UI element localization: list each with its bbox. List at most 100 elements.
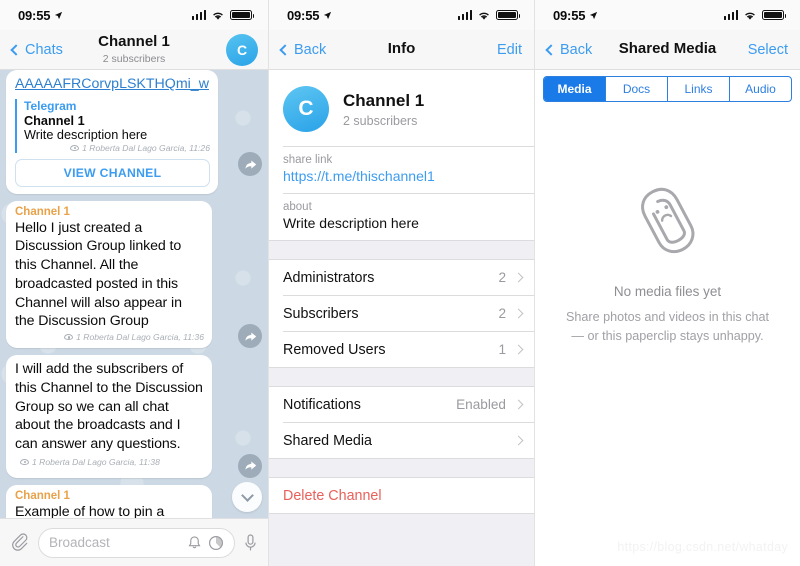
chat-avatar[interactable]: C: [226, 34, 258, 66]
chat-screen: 09:55 Chats Channel 1 2 subscribers C AA…: [0, 0, 268, 566]
delete-channel-label: Delete Channel: [283, 487, 382, 504]
link-preview-card: Telegram Channel 1 Write description her…: [15, 98, 210, 153]
info-scroll-area[interactable]: C Channel 1 2 subscribers share link htt…: [269, 70, 534, 566]
status-bar-left: 09:55: [287, 8, 332, 23]
three-phone-screens: 09:55 Chats Channel 1 2 subscribers C AA…: [0, 0, 800, 566]
view-channel-button[interactable]: VIEW CHANNEL: [15, 158, 210, 187]
channel-name-block: Channel 1 2 subscribers: [343, 91, 424, 128]
chevron-left-icon: [545, 43, 557, 56]
message-sender: Channel 1: [15, 205, 70, 218]
row-subscribers[interactable]: Subscribers 2: [269, 296, 534, 331]
section-gap: [269, 241, 534, 259]
row-administrators[interactable]: Administrators 2: [269, 260, 534, 295]
scroll-to-bottom-button[interactable]: [232, 482, 262, 512]
row-value: Enabled: [456, 397, 506, 412]
row-value: 2: [498, 306, 506, 321]
chat-nav-bar: Chats Channel 1 2 subscribers C: [0, 30, 268, 70]
share-link-field[interactable]: share link https://t.me/thischannel1: [269, 147, 534, 193]
danger-group: Delete Channel: [269, 477, 534, 514]
back-label: Back: [294, 41, 327, 58]
battery-icon: [230, 10, 254, 20]
meta-text: 1 Roberta Dal Lago Garcia, 11:26: [82, 142, 210, 153]
message-sender: Channel 1: [15, 489, 70, 502]
row-value: 2: [498, 270, 506, 285]
message-row: Channel 1 Hello I just created a Discuss…: [0, 200, 268, 349]
row-label: Administrators: [283, 269, 375, 286]
message-list[interactable]: AAAAAFRCorvpLSKTHQmi_w Telegram Channel …: [0, 70, 268, 518]
empty-state-subtitle: Share photos and videos in this chat — o…: [566, 308, 769, 346]
sad-paperclip-icon: [640, 187, 694, 254]
row-delete-channel[interactable]: Delete Channel: [269, 478, 534, 513]
preview-site-name: Telegram: [24, 98, 77, 113]
media-back-button[interactable]: Back: [545, 41, 593, 58]
empty-state-title: No media files yet: [613, 284, 722, 300]
chevron-right-icon: [513, 308, 524, 319]
message-bubble-link-preview[interactable]: AAAAAFRCorvpLSKTHQmi_w Telegram Channel …: [6, 70, 218, 194]
location-arrow-icon: [324, 11, 332, 19]
chevron-right-icon: [513, 272, 524, 283]
row-label: Shared Media: [283, 432, 373, 449]
status-time: 09:55: [287, 7, 320, 23]
info-back-button[interactable]: Back: [279, 41, 327, 58]
location-arrow-icon: [55, 11, 63, 19]
self-destruct-timer-icon[interactable]: [208, 535, 224, 551]
forward-button[interactable]: [238, 152, 262, 176]
message-bubble[interactable]: Channel 1 Hello I just created a Discuss…: [6, 200, 212, 349]
message-row: AAAAAFRCorvpLSKTHQmi_w Telegram Channel …: [0, 70, 268, 194]
chevron-left-icon: [10, 43, 22, 56]
preview-title: Channel 1: [24, 113, 85, 128]
back-to-chats-button[interactable]: Chats: [10, 42, 63, 58]
edit-button[interactable]: Edit: [497, 42, 522, 58]
message-meta: 1 Roberta Dal Lago Garcia, 11:36: [15, 332, 204, 342]
info-nav-bar: Back Info Edit: [269, 30, 534, 70]
microphone-icon[interactable]: [243, 533, 258, 553]
channel-avatar[interactable]: C: [283, 86, 329, 132]
status-time: 09:55: [18, 7, 51, 23]
about-value: Write description here: [283, 215, 419, 231]
info-screen: 09:55 Back Info Edit C Channel 1 2 subsc…: [268, 0, 534, 566]
row-label: Subscribers: [283, 305, 359, 322]
broadcast-input[interactable]: Broadcast: [38, 527, 235, 558]
status-bar: 09:55: [0, 0, 268, 30]
chevron-left-icon: [279, 43, 291, 56]
about-label: about: [283, 201, 312, 213]
signal-bars-icon: [191, 10, 206, 20]
message-row: Channel 1 Example of how to pin a messag…: [0, 484, 268, 518]
meta-text: 1 Roberta Dal Lago Garcia, 11:38: [32, 456, 160, 467]
chevron-right-icon: [513, 344, 524, 355]
row-removed-users[interactable]: Removed Users 1: [269, 332, 534, 367]
divider: [269, 513, 534, 514]
preview-url[interactable]: AAAAAFRCorvpLSKTHQmi_w: [15, 76, 210, 94]
row-value: 1: [498, 342, 506, 357]
chevron-right-icon: [513, 399, 524, 410]
info-header-card: C Channel 1 2 subscribers share link htt…: [269, 70, 534, 241]
section-gap: [269, 459, 534, 477]
forward-button[interactable]: [238, 324, 262, 349]
message-bubble[interactable]: Channel 1 Example of how to pin a messag…: [6, 484, 212, 518]
silent-bell-icon[interactable]: [187, 535, 202, 551]
about-field[interactable]: about Write description here: [269, 194, 534, 240]
row-shared-media[interactable]: Shared Media: [269, 423, 534, 458]
empty-line-1: Share photos and videos in this chat: [565, 310, 770, 325]
settings-group: Notifications Enabled Shared Media: [269, 386, 534, 459]
row-notifications[interactable]: Notifications Enabled: [269, 387, 534, 422]
chat-subtitle: 2 subscribers: [102, 52, 166, 65]
wifi-icon: [479, 12, 489, 20]
channel-header: C Channel 1 2 subscribers: [269, 70, 534, 146]
back-label: Back: [560, 41, 593, 58]
chevron-down-icon: [240, 489, 254, 502]
channel-subscribers: 2 subscribers: [343, 113, 418, 128]
views-eye-icon: [20, 458, 29, 465]
message-bubble[interactable]: I will add the subscribers of this Chann…: [6, 355, 212, 478]
views-eye-icon: [70, 144, 80, 151]
battery-icon: [496, 10, 520, 20]
meta-text: 1 Roberta Dal Lago Garcia, 11:36: [76, 332, 204, 343]
attach-paperclip-icon[interactable]: [10, 532, 30, 553]
select-button[interactable]: Select: [748, 42, 788, 58]
chat-title: Channel 1: [98, 33, 170, 51]
shared-media-screen: 09:55 Back Shared Media Select Media Doc…: [534, 0, 800, 566]
forward-button[interactable]: [238, 453, 262, 478]
share-link-value[interactable]: https://t.me/thischannel1: [283, 168, 520, 184]
wifi-icon: [213, 12, 223, 20]
signal-bars-icon: [457, 10, 472, 20]
